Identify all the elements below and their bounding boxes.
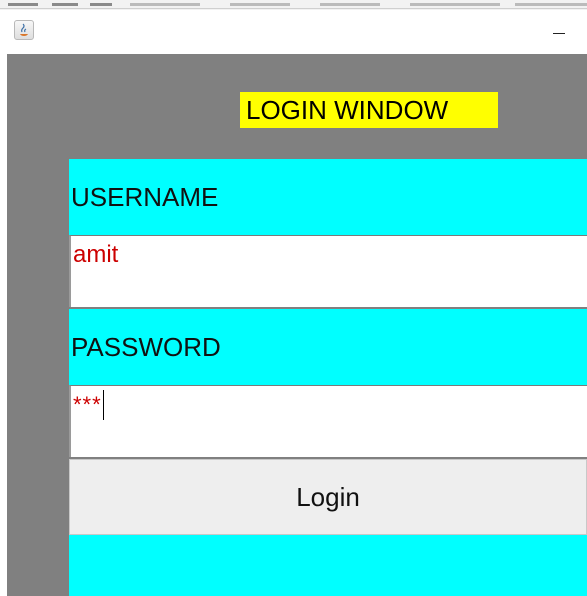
username-value: amit xyxy=(73,241,119,268)
text-caret xyxy=(102,390,104,420)
window-titlebar xyxy=(0,10,587,54)
password-label: PASSWORD xyxy=(69,309,587,385)
login-button[interactable]: Login xyxy=(69,459,587,535)
username-label: USERNAME xyxy=(69,159,587,235)
minimize-button[interactable] xyxy=(540,14,580,46)
password-value: *** xyxy=(73,392,102,417)
login-heading: LOGIN WINDOW xyxy=(240,92,498,128)
bottom-panel xyxy=(69,535,587,596)
login-content-pane: LOGIN WINDOW USERNAME amit PASSWORD *** … xyxy=(7,54,587,596)
java-app-icon[interactable] xyxy=(14,20,34,40)
app-root: LOGIN WINDOW USERNAME amit PASSWORD *** … xyxy=(0,0,587,596)
background-window-strip xyxy=(0,0,587,10)
username-field[interactable]: amit xyxy=(69,235,587,307)
password-field[interactable]: *** xyxy=(69,385,587,457)
minimize-icon xyxy=(553,33,565,34)
